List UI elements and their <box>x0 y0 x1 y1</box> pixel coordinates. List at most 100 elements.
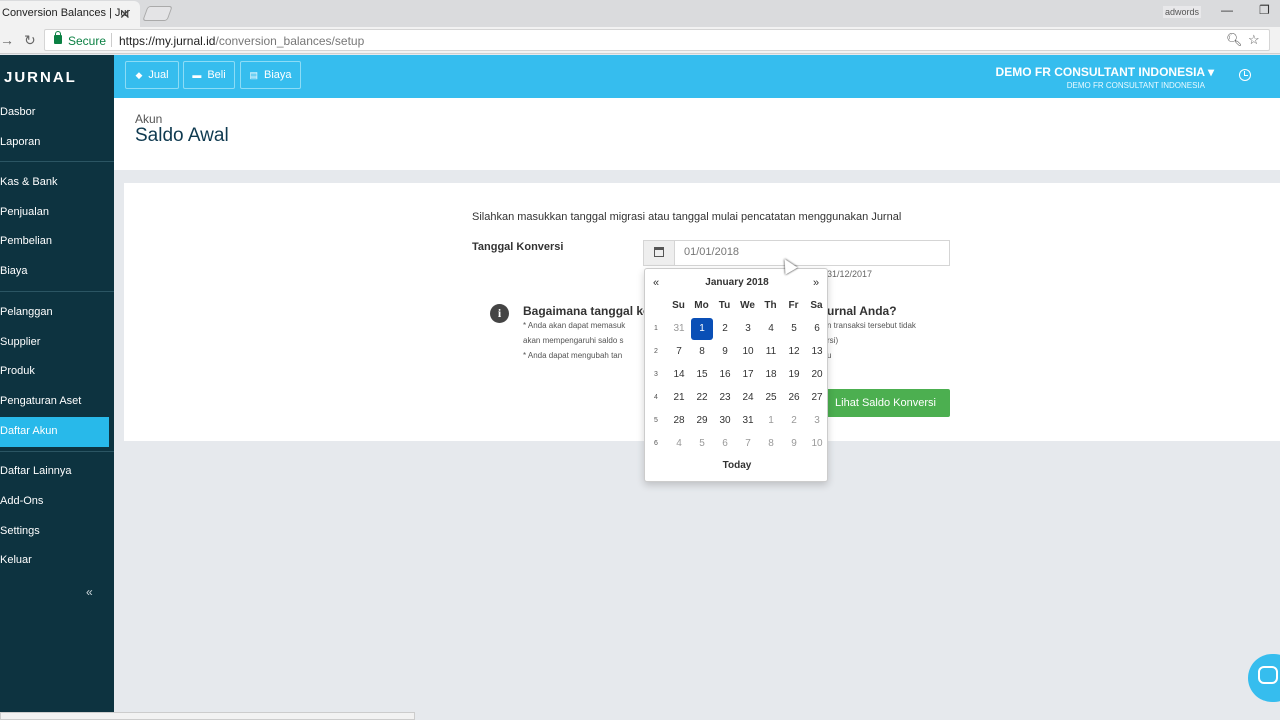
sidebar-item-add-ons[interactable]: Add-Ons <box>0 487 109 517</box>
conversion-date-label: Tanggal Konversi <box>472 241 564 253</box>
day-cell[interactable]: 6 <box>806 318 828 340</box>
day-cell[interactable]: 23 <box>714 387 736 409</box>
breadcrumb[interactable]: Akun <box>135 112 162 126</box>
sidebar-item-daftar-akun[interactable]: Daftar Akun <box>0 417 109 447</box>
sidebar-item-pembelian[interactable]: Pembelian <box>0 227 109 257</box>
weekday-header: Sa <box>810 300 823 311</box>
day-cell[interactable]: 31 <box>668 318 690 340</box>
page-title: Saldo Awal <box>135 125 229 146</box>
day-cell[interactable]: 10 <box>737 341 759 363</box>
biaya-button[interactable]: ▤ Biaya <box>240 61 301 89</box>
divider <box>0 161 114 162</box>
day-cell[interactable]: 9 <box>783 433 805 455</box>
reload-icon[interactable]: ↻ <box>24 32 36 49</box>
day-cell[interactable]: 25 <box>760 387 782 409</box>
day-cell[interactable]: 4 <box>760 318 782 340</box>
day-cell[interactable]: 28 <box>668 410 690 432</box>
day-cell[interactable]: 27 <box>806 387 828 409</box>
sidebar-item-kas-bank[interactable]: Kas & Bank <box>0 168 109 198</box>
day-cell[interactable]: 2 <box>783 410 805 432</box>
day-cell[interactable]: 3 <box>737 318 759 340</box>
browser-tab[interactable]: Conversion Balances | Jur ✕ <box>0 1 140 27</box>
beli-button[interactable]: ▬ Beli <box>183 61 235 89</box>
day-cell[interactable]: 4 <box>668 433 690 455</box>
divider <box>0 291 114 292</box>
zoom-icon[interactable]: 🔍︎ <box>1226 32 1243 48</box>
week-number: 4 <box>654 394 658 401</box>
profile-badge[interactable]: adwords <box>1163 6 1202 18</box>
day-cell[interactable]: 7 <box>737 433 759 455</box>
day-cell[interactable]: 22 <box>691 387 713 409</box>
restore-icon[interactable]: ❐ <box>1259 3 1270 17</box>
close-icon[interactable]: ✕ <box>119 6 131 23</box>
url-input[interactable]: Secure https://my.jurnal.id/conversion_b… <box>44 29 1270 51</box>
weekday-header: Th <box>764 300 777 311</box>
company-subtitle: DEMO FR CONSULTANT INDONESIA <box>1066 81 1205 90</box>
star-icon[interactable]: ☆ <box>1248 32 1260 48</box>
datepicker-month[interactable]: January 2018 <box>645 277 829 288</box>
today-button[interactable]: Today <box>645 460 829 471</box>
day-cell[interactable]: 9 <box>714 341 736 363</box>
sidebar-item-produk[interactable]: Produk <box>0 357 109 387</box>
day-cell[interactable]: 17 <box>737 364 759 386</box>
day-cell-selected[interactable]: 1 <box>691 318 713 340</box>
company-switcher[interactable]: DEMO FR CONSULTANT INDONESIA ▾ <box>996 65 1214 79</box>
sidebar-item-penjualan[interactable]: Penjualan <box>0 198 109 228</box>
note-line-1: * Anda akan dapat memasuk <box>523 321 626 330</box>
day-cell[interactable]: 6 <box>714 433 736 455</box>
next-month-button[interactable]: » <box>813 277 819 289</box>
day-cell[interactable]: 15 <box>691 364 713 386</box>
day-cell[interactable]: 24 <box>737 387 759 409</box>
day-cell[interactable]: 12 <box>783 341 805 363</box>
new-tab-button[interactable] <box>142 6 173 21</box>
sidebar-item-pengaturan-aset[interactable]: Pengaturan Aset <box>0 387 109 417</box>
day-cell[interactable]: 8 <box>760 433 782 455</box>
clock-icon[interactable] <box>1239 69 1251 81</box>
day-cell[interactable]: 10 <box>806 433 828 455</box>
jual-button[interactable]: ◆ Jual <box>125 61 179 89</box>
day-cell[interactable]: 2 <box>714 318 736 340</box>
day-cell[interactable]: 18 <box>760 364 782 386</box>
day-cell[interactable]: 30 <box>714 410 736 432</box>
chat-launcher-button[interactable] <box>1248 654 1280 702</box>
day-cell[interactable]: 14 <box>668 364 690 386</box>
browser-tabbar: Conversion Balances | Jur ✕ adwords — ❐ <box>0 0 1280 27</box>
minimize-icon[interactable]: — <box>1221 3 1233 17</box>
question-heading-end: urnal Anda? <box>827 304 897 318</box>
day-cell[interactable]: 5 <box>691 433 713 455</box>
prev-month-button[interactable]: « <box>653 277 659 289</box>
sidebar-item-settings[interactable]: Settings <box>0 517 109 547</box>
sidebar-item-biaya[interactable]: Biaya <box>0 257 109 287</box>
day-cell[interactable]: 8 <box>691 341 713 363</box>
collapse-sidebar-button[interactable]: « <box>86 585 93 599</box>
day-cell[interactable]: 31 <box>737 410 759 432</box>
conversion-date-field[interactable]: 01/01/2018 <box>643 240 950 266</box>
tag-icon: ◆ <box>135 70 143 80</box>
day-cell[interactable]: 5 <box>783 318 805 340</box>
day-cell[interactable]: 19 <box>783 364 805 386</box>
calendar-button[interactable] <box>644 241 675 265</box>
day-cell[interactable]: 20 <box>806 364 828 386</box>
forward-icon[interactable]: → <box>0 32 14 48</box>
sidebar-item-pelanggan[interactable]: Pelanggan <box>0 298 109 328</box>
note-line-2-end: rsi) <box>827 336 839 345</box>
sidebar-item-laporan[interactable]: Laporan <box>0 128 109 158</box>
sidebar-item-supplier[interactable]: Supplier <box>0 328 109 358</box>
day-cell[interactable]: 29 <box>691 410 713 432</box>
divider <box>111 33 112 47</box>
view-conversion-balance-button[interactable]: Lihat Saldo Konversi <box>821 389 950 417</box>
sidebar-item-daftar-lainnya[interactable]: Daftar Lainnya <box>0 457 109 487</box>
day-cell[interactable]: 13 <box>806 341 828 363</box>
info-icon: i <box>490 304 509 323</box>
sidebar-item-dasbor[interactable]: Dasbor <box>0 98 109 128</box>
weekday-header: Fr <box>788 300 799 311</box>
day-cell[interactable]: 11 <box>760 341 782 363</box>
chat-icon <box>1258 666 1278 684</box>
sidebar-item-keluar[interactable]: Keluar <box>0 546 109 576</box>
day-cell[interactable]: 7 <box>668 341 690 363</box>
day-cell[interactable]: 26 <box>783 387 805 409</box>
day-cell[interactable]: 1 <box>760 410 782 432</box>
day-cell[interactable]: 21 <box>668 387 690 409</box>
day-cell[interactable]: 3 <box>806 410 828 432</box>
day-cell[interactable]: 16 <box>714 364 736 386</box>
